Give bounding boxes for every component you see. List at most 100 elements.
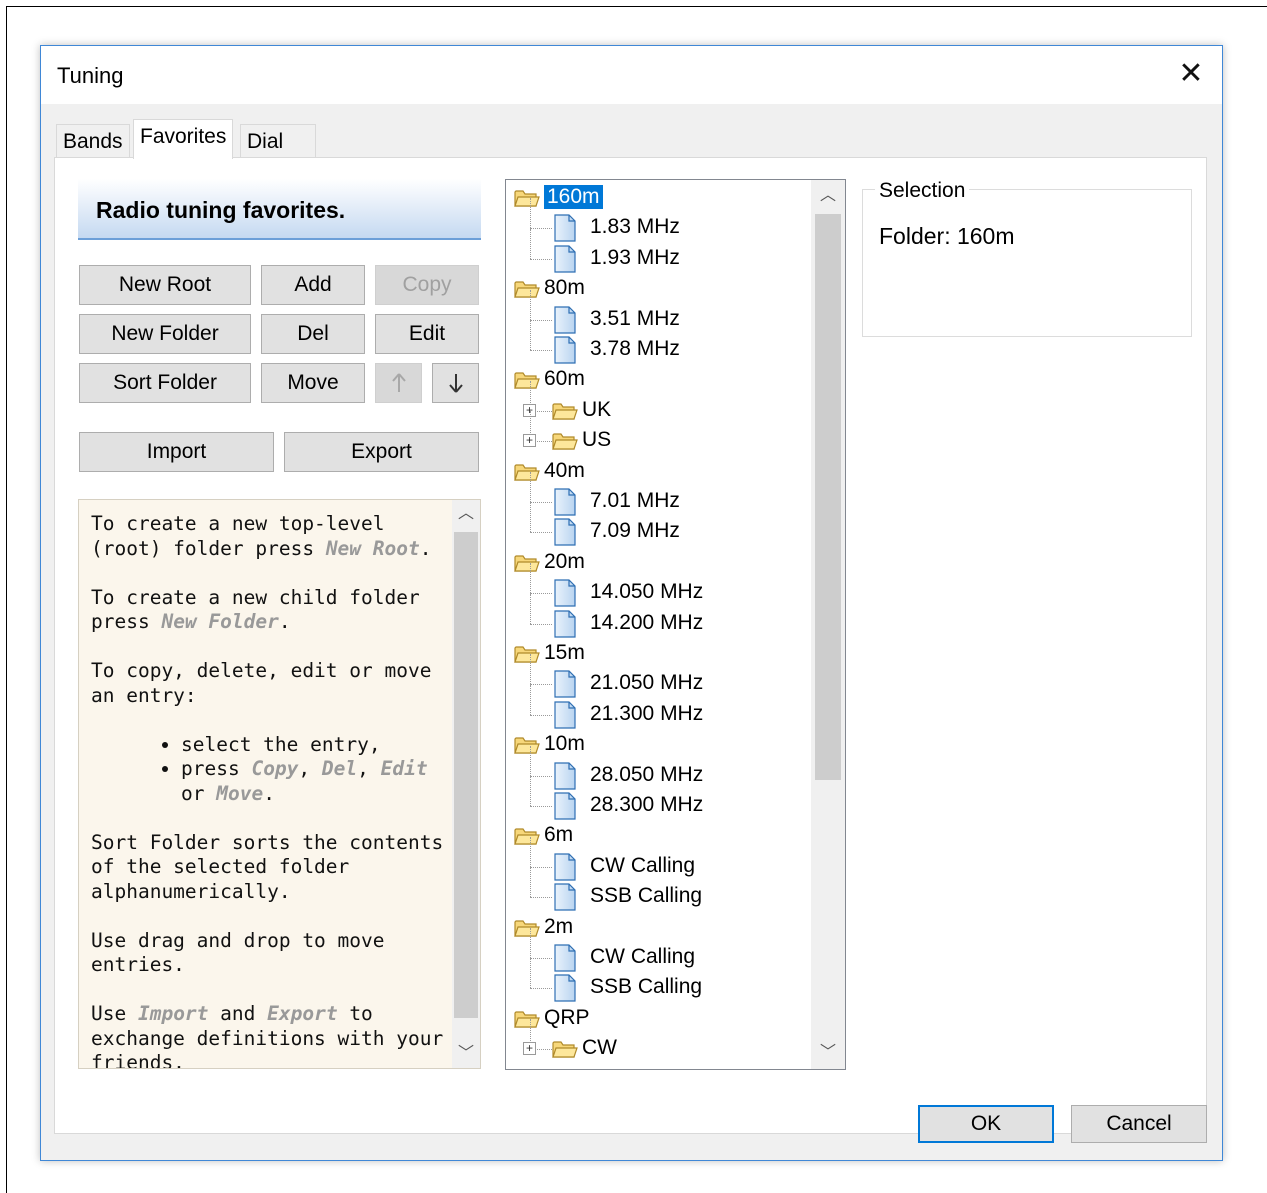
sort-folder-button[interactable]: Sort Folder	[79, 363, 251, 403]
folder-icon	[552, 1039, 578, 1059]
favorite-item-icon	[554, 245, 576, 273]
tree-folder-node[interactable]: 2m	[506, 913, 806, 943]
tree-item-node[interactable]: 3.78 MHz	[506, 320, 806, 365]
scroll-thumb[interactable]	[454, 532, 478, 1018]
tree-item-node[interactable]: 14.200 MHz	[506, 593, 806, 639]
tree-folder-node[interactable]: 80m	[506, 274, 806, 304]
ok-button[interactable]: OK	[918, 1105, 1054, 1143]
tree-node-label: 6m	[544, 823, 574, 847]
help-text: To create a new top-level (root) folder …	[91, 512, 451, 1068]
tree-node-label: 20m	[544, 549, 585, 573]
tree-folder-node[interactable]: 20m	[506, 548, 806, 578]
tree-connector	[530, 654, 531, 685]
favorite-item-icon	[554, 883, 576, 911]
tree-connector	[530, 472, 531, 502]
move-button[interactable]: Move	[261, 363, 365, 403]
tree-connector	[530, 867, 531, 898]
scroll-up-icon[interactable]: ︿	[452, 500, 480, 528]
tree-item-node[interactable]: 1.93 MHz	[506, 228, 806, 274]
tree-node-label: CW Calling	[590, 945, 696, 968]
tree-node-label: SSB Calling	[590, 884, 703, 908]
tree-connector	[530, 958, 531, 989]
new-folder-button[interactable]: New Folder	[79, 314, 251, 354]
tree-connector	[530, 320, 531, 350]
tree-connector	[530, 988, 552, 990]
tree-folder-node[interactable]: 40m	[506, 457, 806, 487]
cancel-button[interactable]: Cancel	[1071, 1105, 1207, 1143]
tree-item-node[interactable]: SSB Calling	[506, 867, 806, 912]
tree-item-node[interactable]: 7.09 MHz	[506, 502, 806, 547]
tree-folder-node[interactable]: QRP	[506, 1004, 806, 1034]
tree-item-node[interactable]: 21.300 MHz	[506, 684, 806, 730]
tab-favorites[interactable]: Favorites	[133, 119, 234, 159]
folder-icon	[514, 279, 540, 299]
help-paragraph: Sort Folder sorts the contents of the se…	[91, 830, 444, 903]
tab-dial[interactable]: Dial	[240, 124, 316, 158]
expand-icon[interactable]: +	[523, 434, 536, 448]
export-button[interactable]: Export	[284, 432, 479, 472]
tree-folder-node[interactable]: 6m	[506, 821, 806, 851]
favorites-tree[interactable]: ︿ ﹀ 160m 1.83 MHz 1.93 MHz 80m 3.51 MHz 3.78 …	[505, 179, 846, 1070]
tree-connector	[530, 502, 552, 503]
tree-connector	[530, 198, 531, 229]
tree-item-node[interactable]: CW Calling	[506, 836, 806, 882]
favorite-item-icon	[554, 609, 576, 638]
tree-folder-node[interactable]: 160m	[506, 183, 806, 213]
tree-node-label: 160m	[544, 185, 603, 209]
help-paragraph: To create a new child folder press New F…	[91, 585, 420, 634]
help-scrollbar[interactable]: ︿ ﹀	[452, 500, 480, 1068]
tree-folder-node[interactable]: + CW	[506, 1019, 806, 1064]
scroll-down-icon[interactable]: ﹀	[811, 1039, 845, 1067]
scroll-down-icon[interactable]: ﹀	[452, 1040, 480, 1068]
tab-label: Bands	[63, 130, 123, 153]
help-list-item: select the entry,	[181, 733, 451, 758]
help-text-box[interactable]: To create a new top-level (root) folder …	[78, 499, 481, 1069]
favorite-item-icon	[554, 761, 576, 790]
scroll-thumb[interactable]	[815, 214, 841, 780]
tree-connector	[530, 958, 552, 959]
tree-connector	[530, 897, 552, 899]
tree-item-node[interactable]: 14.050 MHz	[506, 563, 806, 608]
tree-node-label: 7.09 MHz	[590, 519, 680, 543]
tree-folder-node[interactable]: 10m	[506, 730, 806, 760]
tree-item-node[interactable]: 28.050 MHz	[506, 745, 806, 791]
edit-button[interactable]: Edit	[375, 314, 479, 354]
dialog-title: Tuning	[57, 63, 124, 88]
tree-item-node[interactable]: 7.01 MHz	[506, 472, 806, 517]
tree-node-label: 15m	[544, 641, 585, 664]
help-paragraph: To create a new top-level (root) folder …	[91, 512, 432, 560]
tree-folder-node[interactable]: 60m	[506, 365, 806, 395]
tree-item-node[interactable]: 21.050 MHz	[506, 654, 806, 699]
copy-button[interactable]: Copy	[375, 265, 479, 305]
tree-connector	[530, 350, 552, 351]
close-icon[interactable]: ✕	[1168, 54, 1214, 94]
tree-item-node[interactable]: SSB Calling	[506, 958, 806, 1003]
favorite-item-icon	[554, 305, 576, 334]
arrow-up-icon	[391, 373, 406, 392]
folder-icon	[514, 1009, 540, 1029]
tree-connector	[530, 714, 552, 716]
favorite-item-icon	[554, 336, 576, 364]
tree-item-node[interactable]: CW Calling	[506, 928, 806, 973]
move-up-button[interactable]	[375, 363, 422, 403]
import-button[interactable]: Import	[79, 432, 274, 472]
tab-label: Favorites	[140, 125, 227, 148]
scroll-up-icon[interactable]: ︿	[811, 182, 845, 210]
tree-scrollbar[interactable]: ︿ ﹀	[811, 180, 845, 1069]
new-root-button[interactable]: New Root	[79, 265, 251, 305]
expand-icon[interactable]: +	[523, 1042, 536, 1056]
tree-node-label: 14.050 MHz	[590, 580, 704, 604]
tree-item-node[interactable]: 3.51 MHz	[506, 289, 806, 335]
move-down-button[interactable]	[432, 363, 479, 403]
add-button[interactable]: Add	[261, 265, 365, 305]
tree-item-node[interactable]: 1.83 MHz	[506, 198, 806, 243]
tree-folder-node[interactable]: 15m	[506, 639, 806, 669]
del-button[interactable]: Del	[261, 314, 365, 354]
tree-connector	[530, 319, 552, 321]
tree-folder-node[interactable]: + US	[506, 411, 806, 456]
tree-item-node[interactable]: 28.300 MHz	[506, 776, 806, 821]
tab-bands[interactable]: Bands	[56, 124, 130, 158]
tree-folder-node[interactable]: + UK	[506, 380, 806, 426]
tree-node-label: 21.300 MHz	[590, 701, 704, 725]
folder-icon	[552, 431, 578, 451]
